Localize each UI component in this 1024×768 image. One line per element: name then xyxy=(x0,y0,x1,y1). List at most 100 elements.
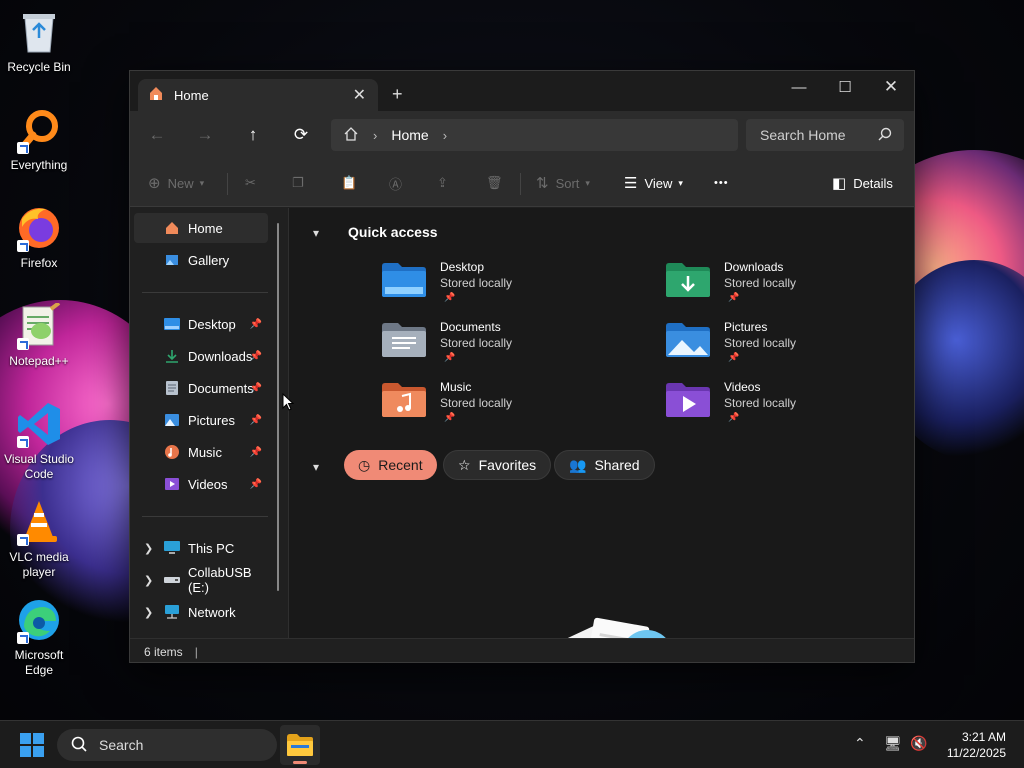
breadcrumb-home[interactable]: Home xyxy=(391,127,428,143)
windows-logo-icon xyxy=(20,733,44,757)
sidebar-item-network[interactable]: ❯ Network xyxy=(134,597,268,627)
sidebar-scrollbar[interactable] xyxy=(277,223,279,591)
chevron-right-icon[interactable]: ❯ xyxy=(144,574,153,587)
pin-icon: 📌 xyxy=(444,412,456,422)
chevron-up-icon[interactable]: ⌃ xyxy=(854,735,866,752)
sidebar-item-videos[interactable]: Videos 📌 xyxy=(134,469,268,499)
desktop-icon-edge[interactable]: Microsoft Edge xyxy=(0,596,78,678)
documents-folder-icon xyxy=(382,323,426,357)
chevron-down-icon: ▾ xyxy=(199,177,205,188)
share-icon[interactable]: ⇪ xyxy=(437,173,448,193)
new-button[interactable]: ⊕ New ▾ xyxy=(148,173,204,193)
up-button[interactable]: ↑ xyxy=(241,123,265,147)
more-options-button[interactable]: ••• xyxy=(714,173,729,193)
tab-close-icon[interactable]: ✕ xyxy=(353,85,366,105)
filter-shared-button[interactable]: 👥 Shared xyxy=(554,450,655,480)
breadcrumb-separator-icon[interactable]: › xyxy=(443,128,447,143)
tab-home[interactable]: Home ✕ xyxy=(138,79,378,111)
desktop-icon-vlc[interactable]: VLC media player xyxy=(0,498,78,580)
divider xyxy=(520,173,521,195)
filter-recent-button[interactable]: ◷ Recent xyxy=(344,450,437,480)
taskbar-search-placeholder: Search xyxy=(99,737,144,753)
search-input[interactable]: Search Home xyxy=(746,119,904,151)
pin-icon[interactable]: 📌 xyxy=(250,479,262,490)
desktop-icon-vscode[interactable]: Visual Studio Code xyxy=(0,400,78,482)
sidebar-item-this-pc[interactable]: ❯ This PC xyxy=(134,533,268,563)
sidebar-item-label: Desktop xyxy=(188,316,236,332)
quick-access-item-downloads[interactable]: Downloads Stored locally 📌 xyxy=(666,256,914,312)
refresh-button[interactable]: ⟳ xyxy=(289,123,313,147)
desktop-icon-recycle-bin[interactable]: Recycle Bin xyxy=(0,8,78,75)
quick-access-item-music[interactable]: Music Stored locally 📌 xyxy=(382,376,642,432)
desktop-icon-notepad-plus-plus[interactable]: Notepad++ xyxy=(0,302,78,369)
taskbar-search-box[interactable]: Search xyxy=(57,729,277,761)
forward-button[interactable]: → xyxy=(193,123,217,147)
notepad-plus-plus-icon xyxy=(15,302,63,350)
pin-icon[interactable]: 📌 xyxy=(250,351,262,362)
view-label: View xyxy=(644,175,673,191)
details-button[interactable]: ◧ Details xyxy=(832,173,893,193)
desktop-icon-firefox[interactable]: Firefox xyxy=(0,204,78,271)
item-status: Stored locally xyxy=(440,396,513,410)
sidebar-item-desktop[interactable]: Desktop 📌 xyxy=(134,309,268,339)
chevron-down-icon[interactable]: ▾ xyxy=(313,460,319,474)
start-button[interactable] xyxy=(20,733,44,762)
minimize-button[interactable]: — xyxy=(776,71,822,103)
network-status-icon[interactable]: 🖥 xyxy=(884,735,902,752)
home-icon xyxy=(148,85,164,106)
usb-drive-icon xyxy=(164,572,180,588)
videos-folder-icon xyxy=(666,383,710,417)
volume-muted-icon[interactable]: 🔇 xyxy=(910,735,927,752)
back-button[interactable]: ← xyxy=(145,123,169,147)
shortcut-arrow-icon xyxy=(17,534,29,546)
copy-icon[interactable]: ❐ xyxy=(292,173,304,193)
close-button[interactable]: ✕ xyxy=(868,71,914,103)
item-name: Documents xyxy=(440,320,501,334)
sidebar-item-usb-drive[interactable]: ❯ CollabUSB (E:) xyxy=(134,565,268,595)
item-name: Downloads xyxy=(724,260,784,274)
chevron-right-icon[interactable]: ❯ xyxy=(144,606,153,619)
system-clock[interactable]: 3:21 AM 11/22/2025 xyxy=(947,729,1006,761)
file-explorer-icon xyxy=(287,734,313,756)
paste-icon[interactable]: 📋 xyxy=(341,173,357,193)
taskbar-file-explorer-button[interactable] xyxy=(280,725,320,765)
address-bar[interactable]: › Home › xyxy=(331,119,738,151)
quick-access-item-videos[interactable]: Videos Stored locally 📌 xyxy=(666,376,914,432)
desktop-icon-everything[interactable]: Everything xyxy=(0,106,78,173)
sort-button[interactable]: ⇅ Sort ▾ xyxy=(536,173,590,193)
sidebar-item-home[interactable]: Home xyxy=(134,213,268,243)
pin-icon[interactable]: 📌 xyxy=(250,319,262,330)
view-list-icon: ☰ xyxy=(624,175,638,192)
maximize-button[interactable]: ☐ xyxy=(822,71,868,103)
pin-icon[interactable]: 📌 xyxy=(250,447,262,458)
sort-icon: ⇅ xyxy=(536,175,549,192)
sidebar-item-label: Documents xyxy=(188,380,254,396)
shortcut-arrow-icon xyxy=(17,338,29,350)
quick-access-item-pictures[interactable]: Pictures Stored locally 📌 xyxy=(666,316,914,372)
sidebar-item-gallery[interactable]: Gallery xyxy=(134,245,268,275)
rename-icon[interactable]: Ⓐ xyxy=(389,173,402,193)
chevron-down-icon[interactable]: ▾ xyxy=(313,226,319,240)
sidebar-item-documents[interactable]: Documents 📌 xyxy=(134,373,268,403)
documents-icon xyxy=(164,380,180,396)
sidebar-item-pictures[interactable]: Pictures 📌 xyxy=(134,405,268,435)
delete-icon[interactable]: 🗑 xyxy=(486,173,503,193)
videos-icon xyxy=(164,476,180,492)
pin-icon[interactable]: 📌 xyxy=(250,415,262,426)
shortcut-arrow-icon xyxy=(17,436,29,448)
quick-access-item-desktop[interactable]: Desktop Stored locally 📌 xyxy=(382,256,642,312)
sidebar-item-downloads[interactable]: Downloads 📌 xyxy=(134,341,268,371)
filter-recent-label: Recent xyxy=(378,457,423,473)
view-button[interactable]: ☰ View ▾ xyxy=(624,173,683,193)
new-tab-button[interactable]: + xyxy=(392,84,403,105)
pin-icon[interactable]: 📌 xyxy=(250,383,262,394)
cut-icon[interactable]: ✂ xyxy=(245,173,256,193)
desktop-icon-label: Everything xyxy=(10,158,68,172)
search-icon xyxy=(71,736,87,755)
chevron-right-icon[interactable]: ❯ xyxy=(144,542,153,555)
details-label: Details xyxy=(853,175,893,191)
item-name: Pictures xyxy=(724,320,768,334)
sidebar-item-music[interactable]: Music 📌 xyxy=(134,437,268,467)
quick-access-item-documents[interactable]: Documents Stored locally 📌 xyxy=(382,316,642,372)
filter-favorites-button[interactable]: ☆ Favorites xyxy=(443,450,552,480)
